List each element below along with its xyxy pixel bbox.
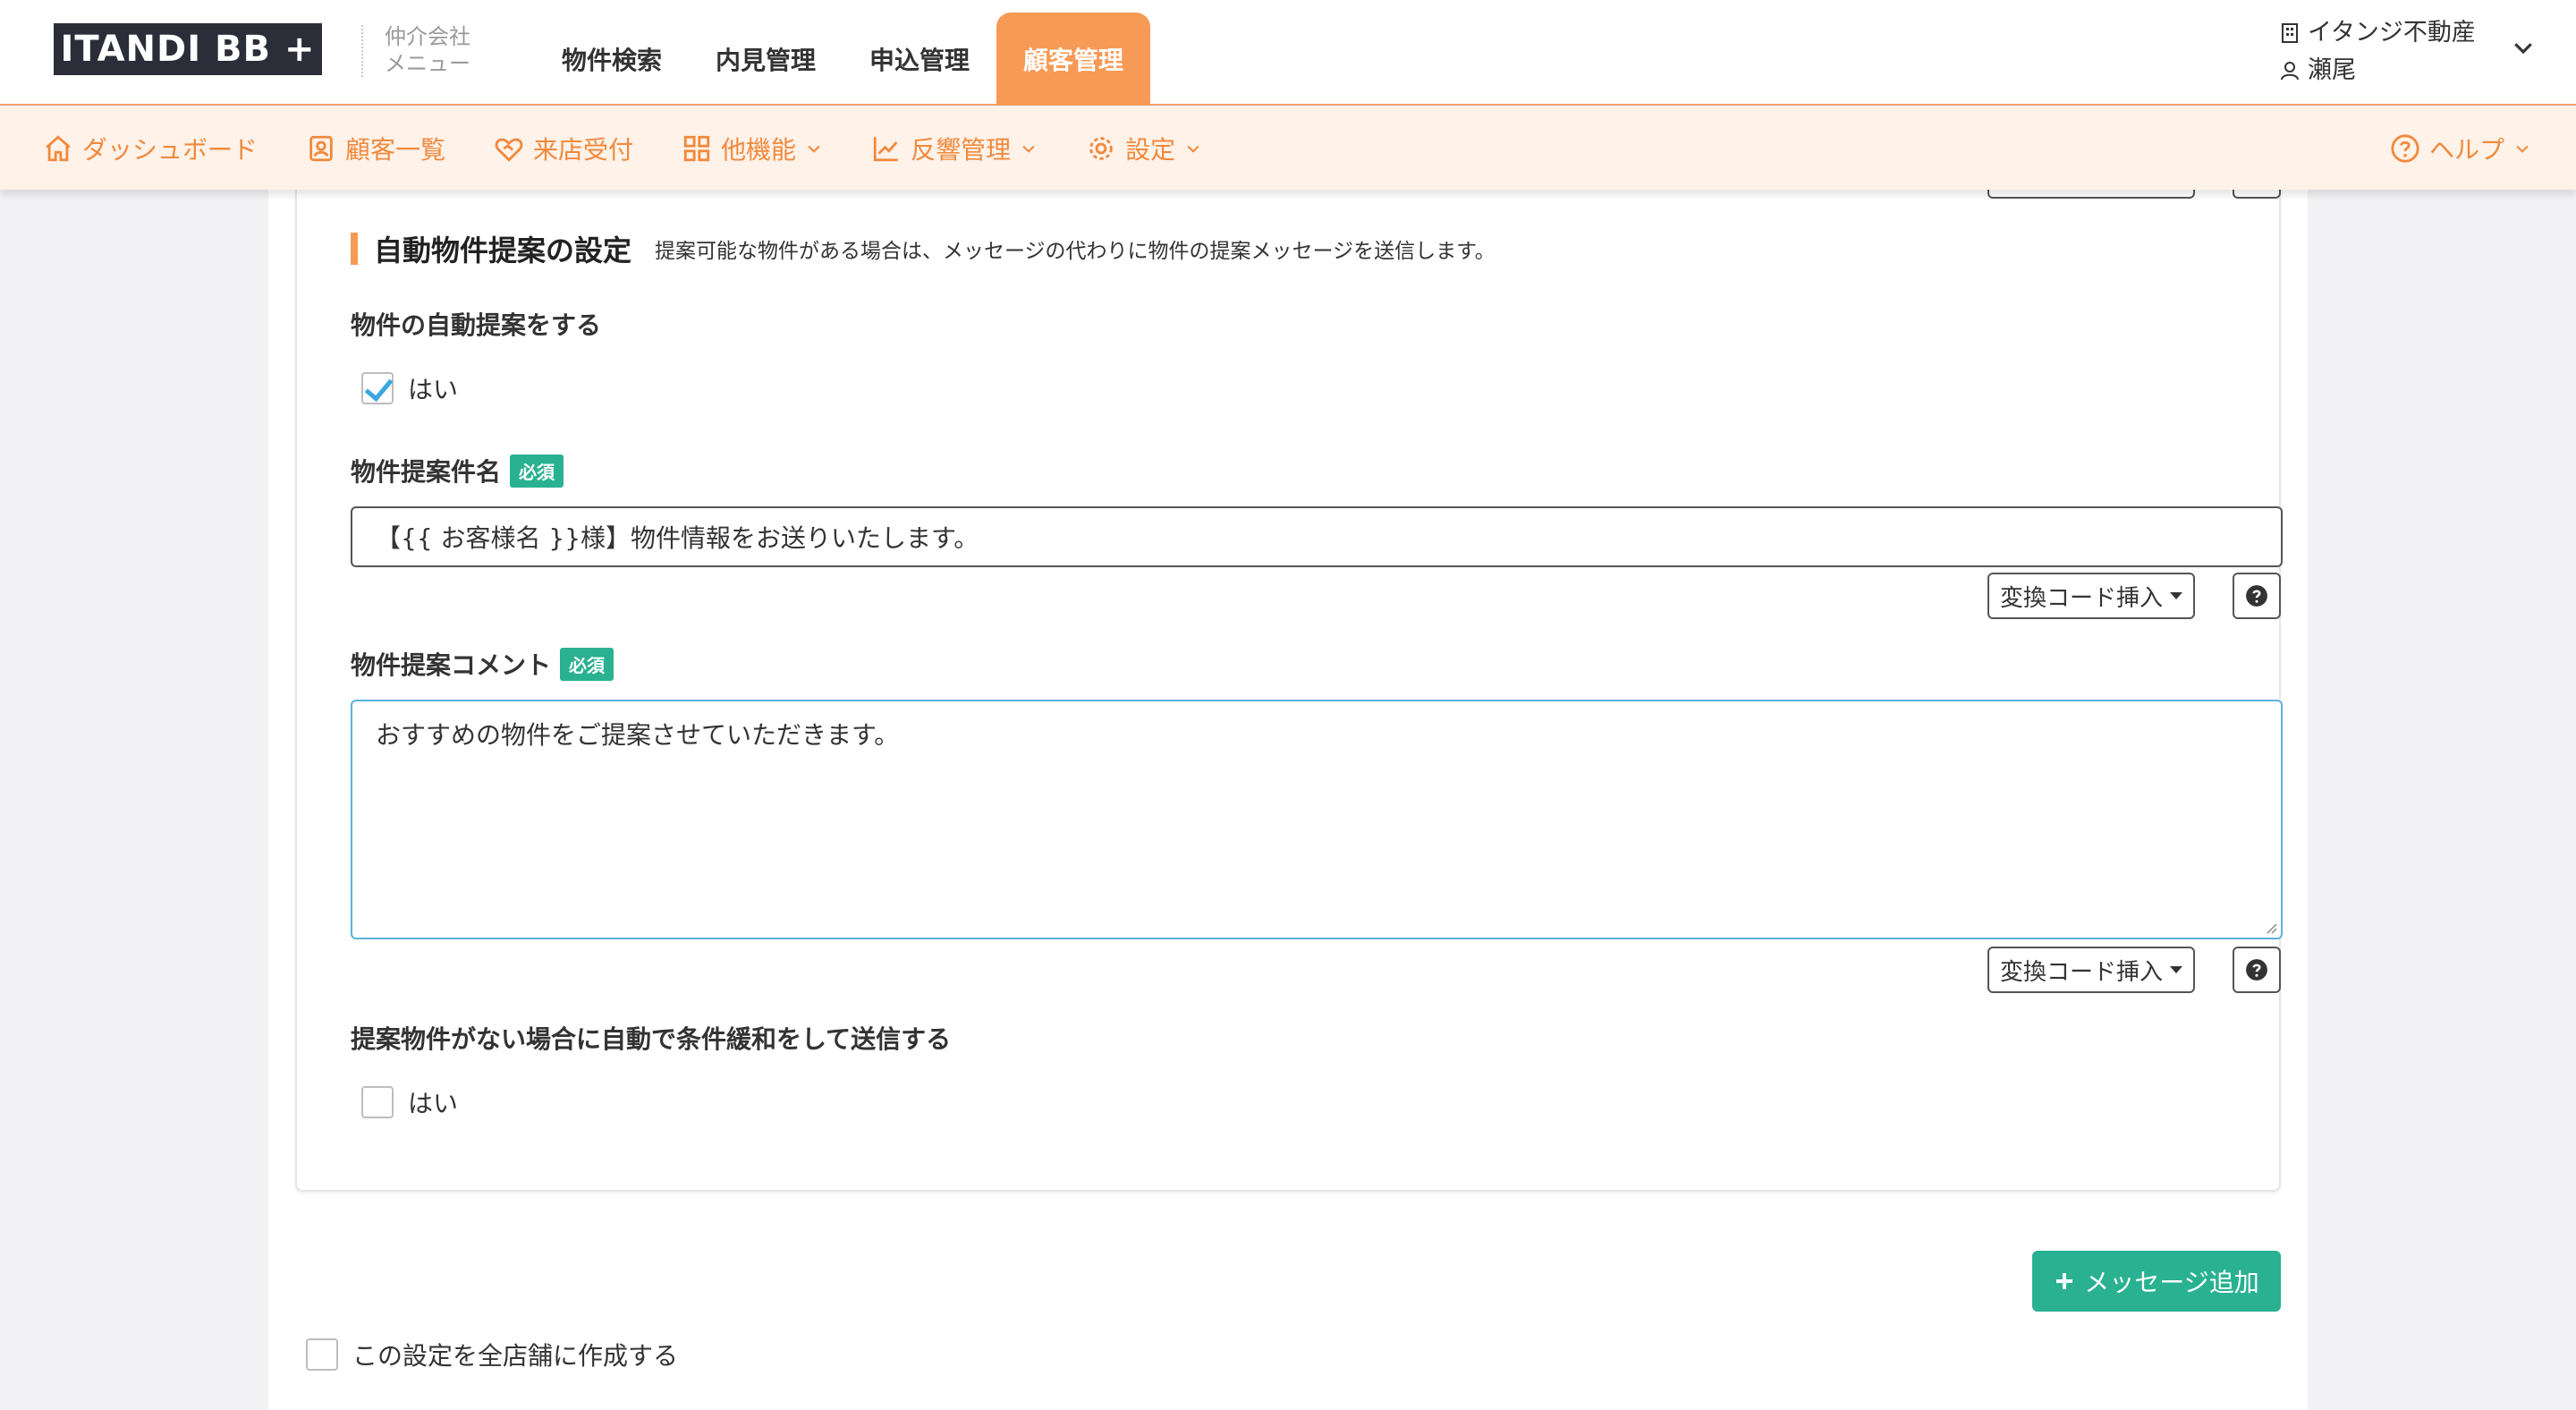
subnav-customer-list-label: 顧客一覧 bbox=[345, 135, 446, 165]
subnav-dashboard[interactable]: ダッシュボード bbox=[43, 131, 258, 166]
company-menu-line2: メニュー bbox=[385, 51, 470, 76]
subnav-other-features-label: 他機能 bbox=[721, 135, 797, 165]
grid-icon bbox=[683, 135, 710, 162]
itandi-logo[interactable]: ITANDI BB + bbox=[54, 23, 322, 75]
line-chart-icon bbox=[873, 137, 898, 162]
comment-label: 物件提案コメント bbox=[351, 650, 552, 680]
chevron-down-icon[interactable] bbox=[2510, 34, 2537, 61]
building-icon bbox=[2282, 23, 2298, 43]
contact-card-icon bbox=[309, 135, 333, 162]
subnav-other-features[interactable]: 他機能 bbox=[682, 131, 823, 166]
required-badge: 必須 bbox=[510, 454, 564, 488]
subnav-customer-list[interactable]: 顧客一覧 bbox=[306, 131, 445, 166]
user-icon bbox=[2281, 62, 2299, 81]
subnav-dashboard-label: ダッシュボード bbox=[82, 135, 258, 165]
auto-propose-checkbox-row[interactable]: はい bbox=[361, 370, 458, 406]
auto-propose-yes-label: はい bbox=[408, 375, 459, 404]
sub-nav-bar: ダッシュボード 顧客一覧 来店受付 他機能 反響管理 設定 ヘルプ bbox=[0, 107, 2576, 190]
section-heading: 自動物件提案の設定 提案可能な物件がある場合は、メッセージの代わりに物件の提案メ… bbox=[351, 233, 1496, 268]
nav-customer-management[interactable]: 顧客管理 bbox=[996, 13, 1151, 106]
message-settings-card: 変換コード挿入 自動物件提案の設定 提案可能な物件がある場合は、メッセージの代わ… bbox=[295, 152, 2283, 1192]
help-menu[interactable]: ヘルプ bbox=[2390, 107, 2531, 190]
gear-icon bbox=[1089, 137, 1113, 160]
global-header: ITANDI BB + 仲介会社 メニュー 物件検索 内見管理 申込管理 顧客管… bbox=[0, 0, 2576, 106]
logo-divider bbox=[361, 25, 363, 77]
chevron-down-icon bbox=[1187, 145, 1199, 153]
company-name: イタンジ不動産 bbox=[2308, 19, 2476, 47]
convert-code-label: 変換コード挿入 bbox=[1999, 584, 2163, 612]
subnav-reception[interactable]: 来店受付 bbox=[494, 131, 633, 166]
user-name: 瀬尾 bbox=[2308, 56, 2356, 84]
handshake-heart-icon bbox=[495, 138, 523, 162]
resize-grip-icon[interactable] bbox=[2263, 920, 2277, 934]
question-circle-icon bbox=[2391, 134, 2419, 163]
relax-conditions-label: 提案物件がない場合に自動で条件緩和をして送信する bbox=[351, 1024, 952, 1054]
comment-text: おすすめの物件をご提案させていただきます。 bbox=[376, 720, 900, 750]
caret-down-icon bbox=[2170, 592, 2182, 599]
auto-propose-label: 物件の自動提案をする bbox=[351, 310, 602, 340]
section-title: 自動物件提案の設定 bbox=[374, 234, 632, 268]
all-store-checkbox-row[interactable]: この設定を全店舗に作成する bbox=[306, 1337, 678, 1372]
add-message-button[interactable]: メッセージ追加 bbox=[2032, 1251, 2281, 1312]
comment-label-row: 物件提案コメント 必須 bbox=[351, 646, 614, 682]
all-store-label: この設定を全店舗に作成する bbox=[352, 1341, 679, 1371]
convert-code-button-subject[interactable]: 変換コード挿入 bbox=[1987, 573, 2195, 619]
auto-propose-checkbox[interactable] bbox=[361, 372, 394, 404]
add-message-label: メッセージ追加 bbox=[2084, 1268, 2259, 1297]
chevron-down-icon bbox=[1022, 145, 1035, 153]
help-button-comment[interactable] bbox=[2233, 947, 2281, 993]
subnav-inquiry-management-label: 反響管理 bbox=[911, 135, 1012, 165]
account-menu[interactable]: イタンジ不動産 瀬尾 bbox=[2279, 14, 2547, 89]
sub-nav: ダッシュボード 顧客一覧 来店受付 他機能 反響管理 設定 bbox=[43, 107, 1202, 190]
nav-application-management[interactable]: 申込管理 bbox=[843, 13, 996, 106]
company-menu-link[interactable]: 仲介会社 メニュー bbox=[385, 23, 492, 77]
company-menu-line1: 仲介会社 bbox=[385, 24, 470, 49]
question-circle-icon bbox=[2246, 585, 2267, 607]
chevron-down-icon bbox=[2516, 145, 2529, 153]
convert-code-button-comment[interactable]: 変換コード挿入 bbox=[1987, 947, 2195, 993]
required-badge: 必須 bbox=[560, 647, 614, 681]
all-store-checkbox[interactable] bbox=[306, 1338, 338, 1371]
question-circle-icon bbox=[2246, 959, 2267, 981]
section-description: 提案可能な物件がある場合は、メッセージの代わりに物件の提案メッセージを送信します… bbox=[655, 240, 1496, 263]
page-content: 変換コード挿入 自動物件提案の設定 提案可能な物件がある場合は、メッセージの代わ… bbox=[268, 152, 2308, 1410]
subject-input[interactable]: 【{{ お客様名 }}様】物件情報をお送りいたします。 bbox=[351, 506, 2283, 567]
subnav-inquiry-management[interactable]: 反響管理 bbox=[871, 131, 1038, 166]
caret-down-icon bbox=[2170, 966, 2182, 973]
subject-label-row: 物件提案件名 必須 bbox=[351, 453, 564, 488]
plus-icon bbox=[2056, 1273, 2073, 1289]
comment-textarea[interactable]: おすすめの物件をご提案させていただきます。 bbox=[351, 700, 2283, 939]
chevron-down-icon bbox=[808, 145, 820, 153]
subnav-reception-label: 来店受付 bbox=[533, 135, 634, 165]
subnav-settings[interactable]: 設定 bbox=[1086, 131, 1202, 166]
help-button-subject[interactable] bbox=[2233, 573, 2281, 619]
home-icon bbox=[46, 135, 71, 162]
help-label: ヘルプ bbox=[2429, 135, 2505, 165]
relax-conditions-checkbox[interactable] bbox=[361, 1086, 394, 1118]
nav-property-search[interactable]: 物件検索 bbox=[535, 13, 689, 106]
convert-code-label: 変換コード挿入 bbox=[1999, 958, 2163, 986]
subject-label: 物件提案件名 bbox=[351, 457, 502, 487]
nav-viewing-management[interactable]: 内見管理 bbox=[689, 13, 843, 106]
subnav-settings-label: 設定 bbox=[1125, 135, 1176, 165]
main-nav: 物件検索 内見管理 申込管理 顧客管理 bbox=[535, 13, 1151, 106]
relax-conditions-checkbox-row[interactable]: はい bbox=[361, 1084, 458, 1120]
relax-conditions-yes-label: はい bbox=[408, 1089, 459, 1118]
